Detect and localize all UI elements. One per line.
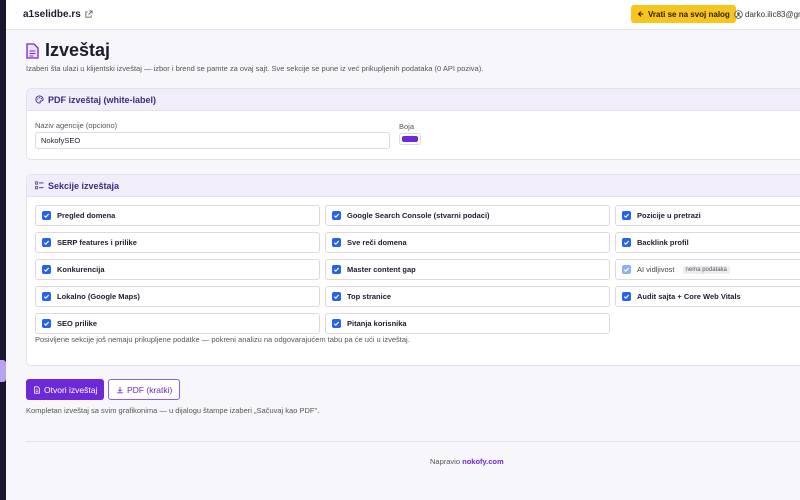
page-subtitle: Izaberi šta ulazi u klijentski izveštaj … bbox=[26, 64, 484, 73]
section-item[interactable]: Sve reči domena bbox=[325, 232, 610, 253]
section-checkbox[interactable] bbox=[42, 292, 51, 301]
sections-card-header: Sekcije izveštaja bbox=[27, 175, 800, 197]
pdf-short-label: PDF (kratki) bbox=[127, 384, 173, 395]
section-label: Google Search Console (stvarni podaci) bbox=[347, 211, 490, 220]
footer-prefix: Napravio bbox=[430, 457, 461, 466]
page-title-text: Izveštaj bbox=[45, 40, 111, 60]
arrow-left-icon bbox=[637, 11, 644, 17]
section-item[interactable]: Google Search Console (stvarni podaci) bbox=[325, 205, 610, 226]
section-label: SEO prilike bbox=[57, 319, 98, 328]
back-to-account-label: Vrati se na svoj nalog bbox=[648, 9, 730, 19]
section-checkbox[interactable] bbox=[332, 292, 341, 301]
section-checkbox[interactable] bbox=[42, 265, 51, 274]
download-icon bbox=[117, 386, 123, 393]
section-checkbox[interactable] bbox=[622, 211, 631, 220]
section-label: Top stranice bbox=[347, 292, 392, 301]
open-report-button[interactable]: Otvori izveštaj bbox=[26, 379, 105, 400]
section-checkbox[interactable] bbox=[42, 238, 51, 247]
list-check-icon bbox=[35, 181, 44, 190]
user-icon bbox=[734, 10, 743, 19]
footer-divider bbox=[26, 441, 800, 442]
external-link-icon[interactable] bbox=[84, 10, 93, 19]
brand-color-picker[interactable] bbox=[399, 133, 421, 145]
section-checkbox[interactable] bbox=[332, 238, 341, 247]
sidebar bbox=[0, 0, 6, 500]
section-label: AI vidljivost bbox=[637, 265, 675, 274]
section-label: Lokalno (Google Maps) bbox=[57, 292, 140, 301]
section-item[interactable]: Pitanja korisnika bbox=[325, 313, 610, 334]
section-checkbox[interactable] bbox=[622, 238, 631, 247]
section-checkbox[interactable] bbox=[622, 292, 631, 301]
section-label: Sve reči domena bbox=[347, 238, 407, 247]
color-label: Boja bbox=[399, 122, 415, 131]
pdf-short-button[interactable]: PDF (kratki) bbox=[108, 379, 181, 400]
section-item[interactable]: Backlink profil bbox=[615, 232, 800, 253]
no-data-badge: nema podataka bbox=[682, 265, 730, 274]
agency-name-input[interactable] bbox=[35, 132, 390, 149]
section-item[interactable]: Pozicije u pretrazi bbox=[615, 205, 800, 226]
palette-icon bbox=[35, 95, 44, 104]
section-checkbox[interactable] bbox=[42, 319, 51, 328]
section-item[interactable]: AI vidljivost nema podataka bbox=[615, 259, 800, 280]
section-checkbox[interactable] bbox=[332, 211, 341, 220]
section-checkbox[interactable] bbox=[42, 211, 51, 220]
section-label: Konkurencija bbox=[57, 265, 105, 274]
section-label: Master content gap bbox=[347, 265, 416, 274]
section-label: Backlink profil bbox=[637, 238, 689, 247]
section-item[interactable]: Konkurencija bbox=[35, 259, 320, 280]
section-label: Audit sajta + Core Web Vitals bbox=[637, 292, 741, 301]
section-checkbox[interactable] bbox=[622, 265, 631, 274]
section-label: Pitanja korisnika bbox=[347, 319, 407, 328]
document-icon bbox=[34, 385, 40, 394]
section-item[interactable]: SEO prilike bbox=[35, 313, 320, 334]
section-checkbox[interactable] bbox=[332, 265, 341, 274]
footer: Napravio nokofy.com bbox=[430, 457, 504, 466]
user-email[interactable]: darko.ilic83@gm bbox=[745, 10, 800, 19]
agency-name-label: Naziv agencije (opciono) bbox=[35, 121, 118, 130]
pdf-card-header: PDF izveštaj (white-label) bbox=[27, 89, 800, 111]
footer-brand-link[interactable]: nokofy.com bbox=[462, 457, 504, 466]
pdf-card-title: PDF izveštaj (white-label) bbox=[48, 94, 157, 105]
document-icon bbox=[26, 42, 39, 59]
section-label: Pregled domena bbox=[57, 211, 116, 220]
section-item[interactable]: SERP features i prilike bbox=[35, 232, 320, 253]
section-label: SERP features i prilike bbox=[57, 238, 137, 247]
section-item[interactable]: Top stranice bbox=[325, 286, 610, 307]
report-sections-card: Sekcije izveštaja Pregled domena Google S… bbox=[26, 174, 800, 366]
sections-card-title: Sekcije izveštaja bbox=[48, 180, 120, 191]
section-label: Pozicije u pretrazi bbox=[637, 211, 701, 220]
back-to-account-button[interactable]: Vrati se na svoj nalog bbox=[631, 5, 736, 23]
section-item[interactable]: Lokalno (Google Maps) bbox=[35, 286, 320, 307]
page-title: Izveštaj bbox=[26, 40, 110, 61]
section-item[interactable]: Pregled domena bbox=[35, 205, 320, 226]
open-report-label: Otvori izveštaj bbox=[44, 384, 98, 395]
site-name[interactable]: a1selidbe.rs bbox=[23, 9, 81, 20]
section-item[interactable]: Master content gap bbox=[325, 259, 610, 280]
sections-note: Posivljene sekcije još nemaju prikupljen… bbox=[35, 335, 410, 344]
pdf-report-card: PDF izveštaj (white-label) Naziv agencij… bbox=[26, 88, 800, 160]
section-item[interactable]: Audit sajta + Core Web Vitals bbox=[615, 286, 800, 307]
section-checkbox[interactable] bbox=[332, 319, 341, 328]
print-hint: Kompletan izveštaj sa svim grafikonima —… bbox=[26, 406, 320, 415]
sidebar-active-marker[interactable] bbox=[0, 360, 6, 382]
